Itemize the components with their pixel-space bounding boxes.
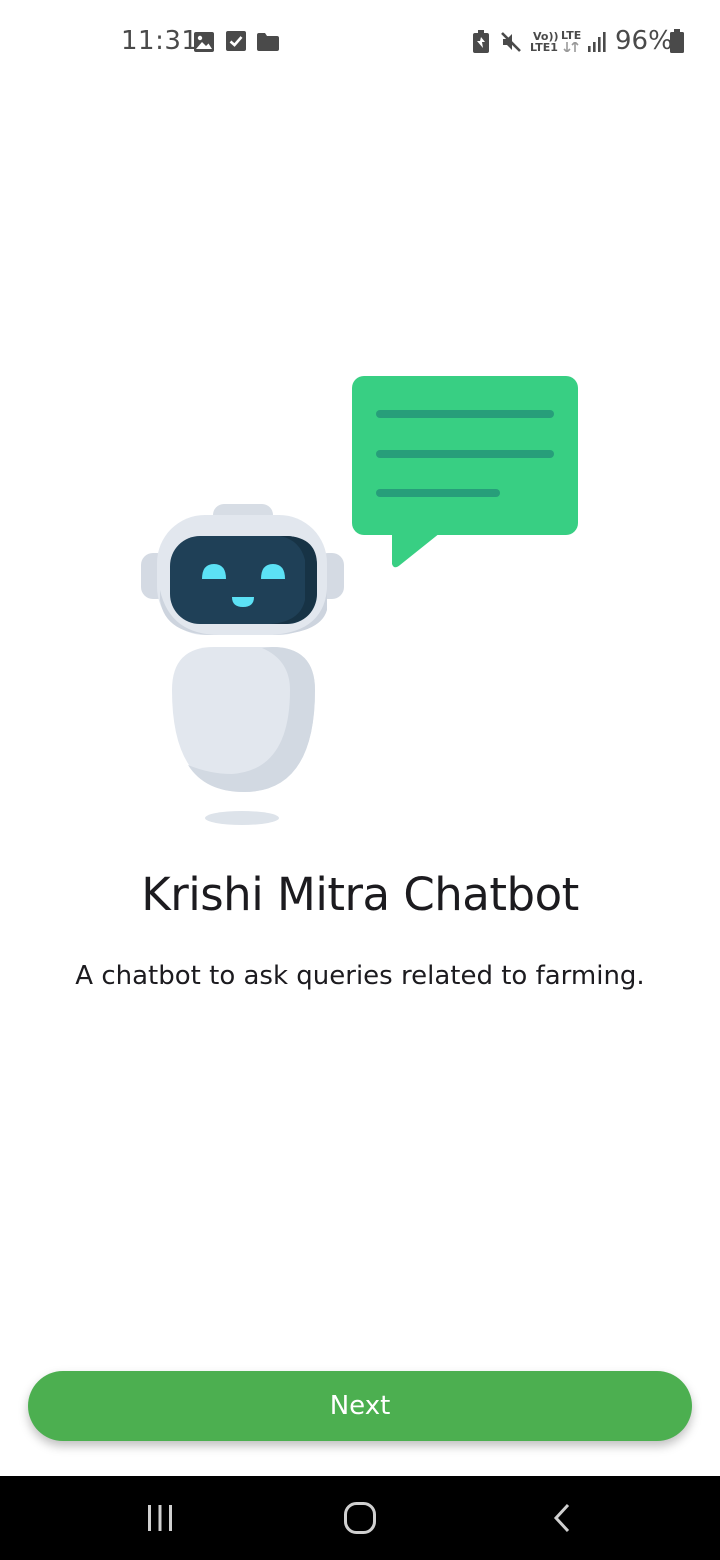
navigation-bar — [0, 1476, 720, 1560]
back-icon — [553, 1503, 570, 1533]
checkbox-icon — [226, 31, 246, 51]
folder-icon — [257, 33, 279, 51]
page-subtitle: A chatbot to ask queries related to farm… — [75, 961, 645, 991]
speech-bubble-icon — [352, 376, 578, 568]
recent-apps-button[interactable] — [110, 1476, 210, 1560]
lte1-label: LTE1 — [530, 41, 558, 54]
robot-icon — [141, 504, 344, 825]
home-icon — [344, 1502, 376, 1534]
status-bar: 11:31 Vo)) LTE1 LTE 96% — [0, 0, 720, 84]
battery-saver-icon — [473, 30, 489, 53]
recent-apps-icon — [148, 1505, 172, 1531]
next-button[interactable]: Next — [28, 1371, 692, 1441]
battery-icon — [670, 29, 684, 53]
page-title: Krishi Mitra Chatbot — [141, 868, 579, 921]
lte-data-icon — [563, 42, 579, 52]
home-button[interactable] — [310, 1476, 410, 1560]
onboarding-screen: 11:31 Vo)) LTE1 LTE 96% Krishi Mitra Cha… — [0, 0, 720, 1560]
signal-icon — [588, 32, 606, 52]
back-button[interactable] — [512, 1476, 612, 1560]
lte-label: LTE — [561, 29, 582, 42]
chatbot-illustration — [141, 376, 578, 825]
image-icon — [194, 32, 214, 52]
mute-icon — [501, 32, 521, 52]
battery-percent: 96% — [615, 26, 673, 56]
status-time: 11:31 — [121, 26, 199, 56]
